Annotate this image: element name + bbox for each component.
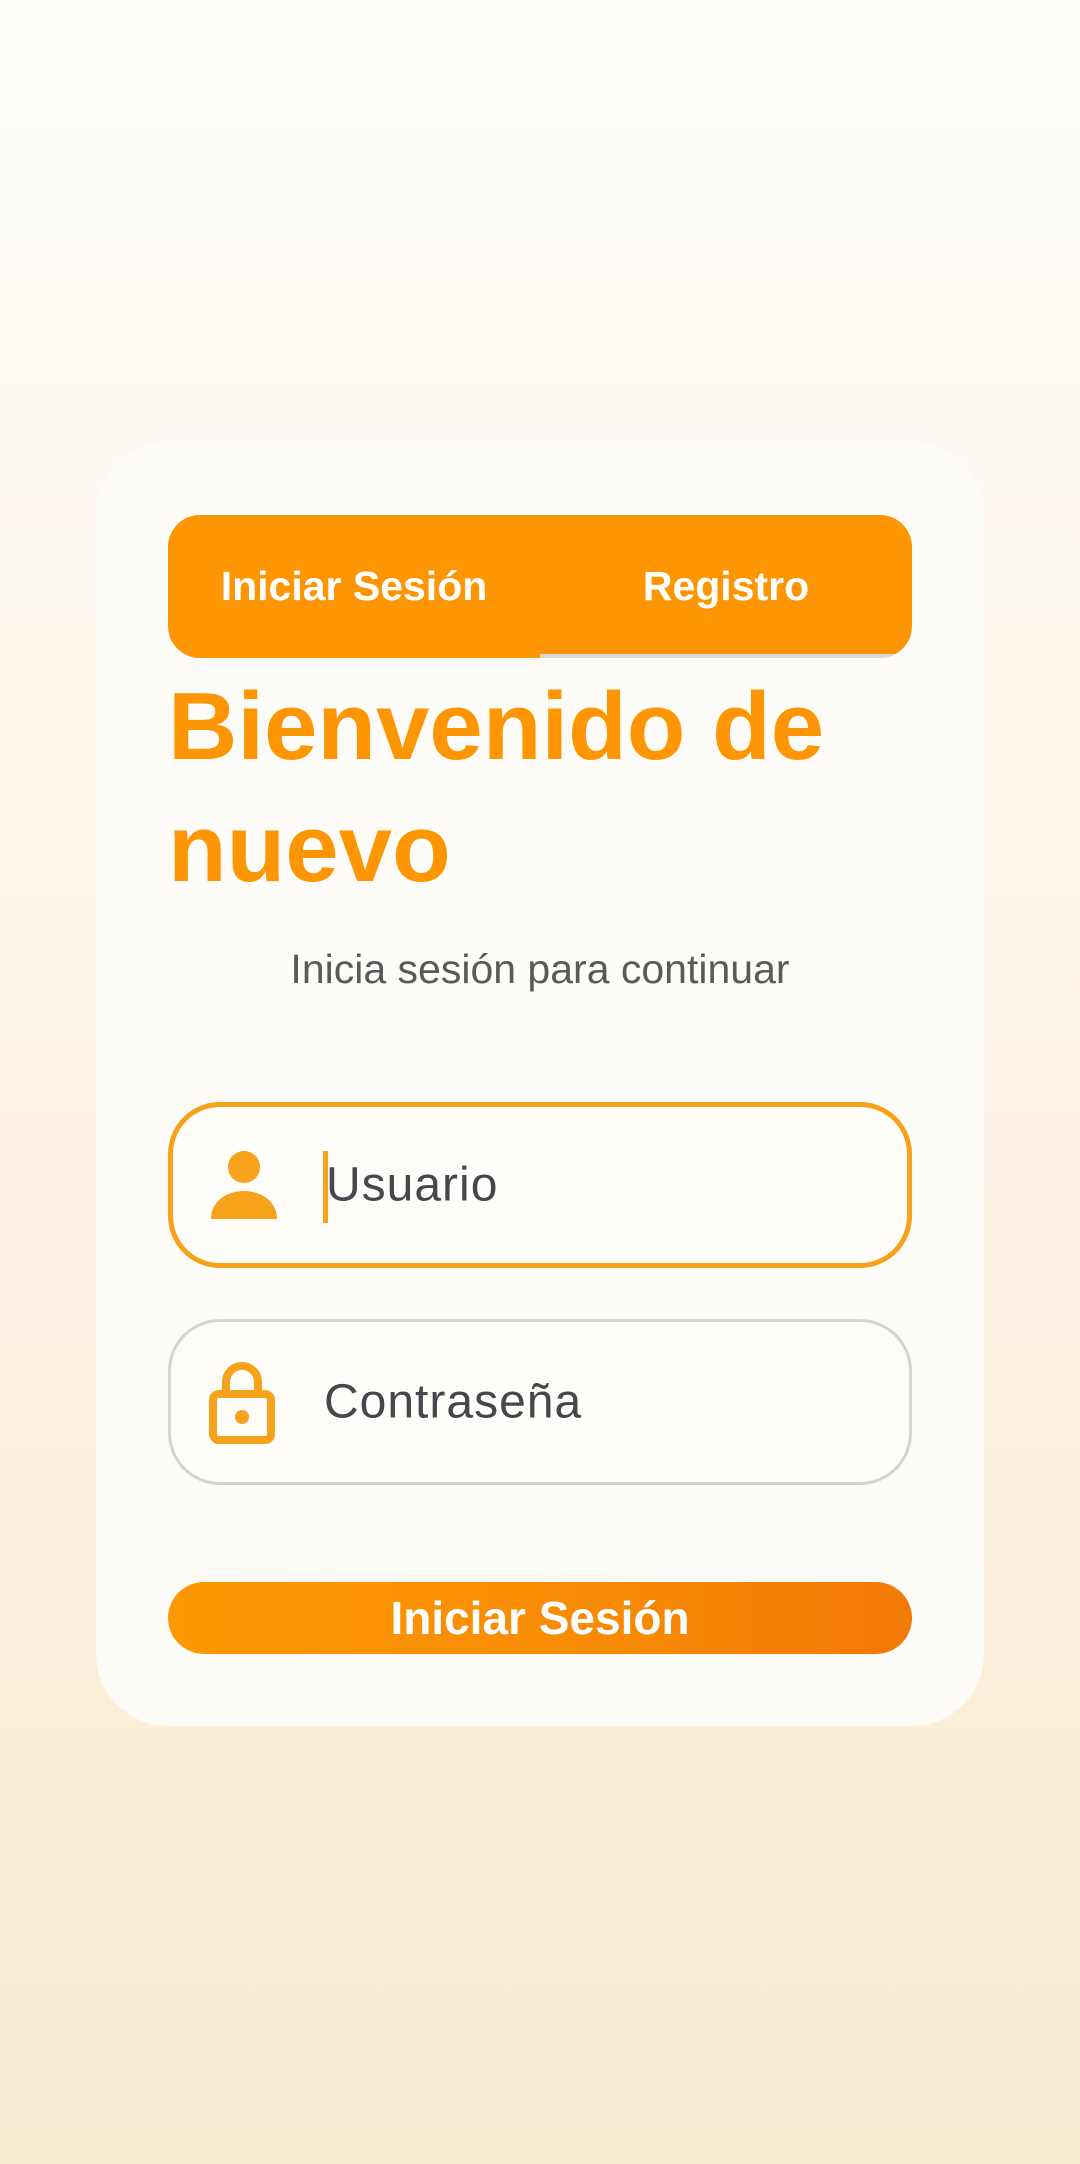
tab-register-label: Registro — [642, 563, 810, 609]
password-input[interactable]: Contraseña — [324, 1375, 582, 1430]
username-field[interactable]: Usuario — [168, 1102, 912, 1268]
username-input[interactable]: Usuario — [326, 1158, 498, 1213]
tab-indicator — [540, 654, 912, 658]
login-button[interactable]: Iniciar Sesión — [168, 1582, 912, 1654]
tab-login-label: Iniciar Sesión — [220, 563, 488, 609]
tab-login[interactable]: Iniciar Sesión — [168, 515, 540, 658]
page-subtitle: Inicia sesión para continuar — [290, 946, 790, 992]
password-field[interactable]: Contraseña — [168, 1319, 912, 1485]
lock-icon — [207, 1362, 277, 1444]
tab-register[interactable]: Registro — [540, 515, 912, 658]
tab-bar: Iniciar Sesión Registro — [168, 515, 912, 658]
page-title: Bienvenido de nuevo — [168, 673, 825, 902]
person-icon — [209, 1145, 279, 1225]
login-card: Iniciar Sesión Registro Bienvenido de nu… — [96, 442, 984, 1726]
